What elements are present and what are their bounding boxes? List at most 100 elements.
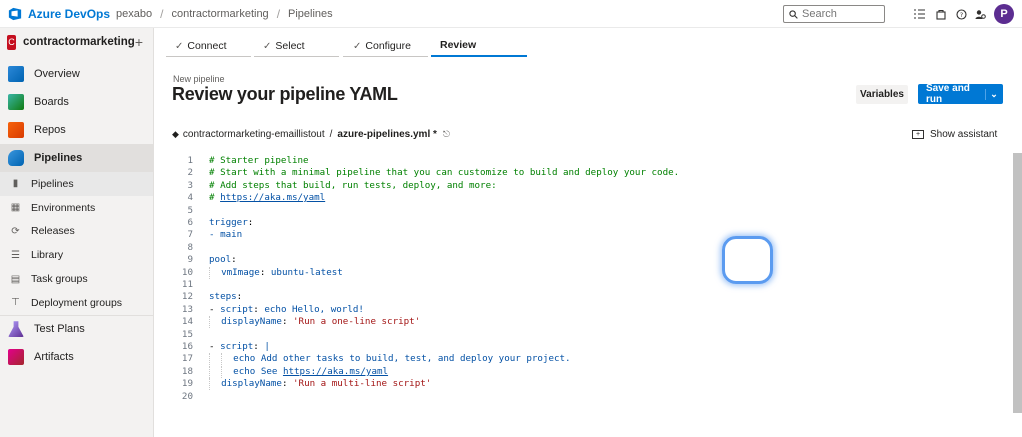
step-review[interactable]: Review	[440, 39, 476, 51]
show-assistant-label: Show assistant	[930, 129, 998, 140]
project-badge: C	[7, 34, 16, 50]
marketplace-bag-icon[interactable]	[934, 7, 948, 21]
search-input[interactable]	[802, 8, 882, 20]
sidebar-subitem-label: Environments	[31, 201, 96, 214]
sidebar-item-repos[interactable]: Repos	[0, 116, 153, 144]
checkmark-icon: ✓	[263, 41, 272, 52]
code-line[interactable]: 10 vmImage: ubuntu-latest	[166, 266, 343, 279]
sidebar-subitem-pipelines[interactable]: ▮ Pipelines	[0, 172, 153, 196]
code-line[interactable]: 15	[166, 329, 193, 341]
code-text: # Start with a minimal pipeline that you…	[209, 167, 680, 179]
code-text: - script: |	[209, 341, 270, 352]
step-connect[interactable]: ✓ Connect	[175, 40, 227, 52]
code-text: - main	[209, 229, 243, 241]
repo-name[interactable]: contractormarketing-emaillistout	[183, 129, 325, 140]
code-line[interactable]: 11	[166, 279, 193, 291]
rename-file-icon[interactable]: ⎋	[443, 129, 450, 140]
step-underline	[254, 56, 339, 57]
artifacts-icon	[8, 348, 24, 365]
code-text: # https://aka.ms/yaml	[209, 192, 326, 204]
code-line[interactable]: 17 echo Add other tasks to build, test, …	[166, 353, 571, 366]
code-line[interactable]: 8	[166, 242, 193, 254]
code-line[interactable]: 1 # Starter pipeline	[166, 155, 308, 167]
sidebar-item-artifacts[interactable]: Artifacts	[0, 343, 153, 371]
sidebar-item-overview[interactable]: Overview	[0, 60, 153, 88]
code-line[interactable]: 20	[166, 391, 193, 403]
sidebar-subitem-label: Library	[31, 249, 64, 262]
pipelines-link[interactable]: Pipelines	[288, 8, 333, 20]
sidebar-subitem-releases[interactable]: ⟳ Releases	[0, 220, 153, 244]
brand-link[interactable]: Azure DevOps	[28, 7, 110, 21]
code-line[interactable]: 2 # Start with a minimal pipeline that yo…	[166, 167, 679, 179]
page-subtitle: New pipeline	[173, 74, 225, 84]
sidebar-item-test-plans[interactable]: Test Plans	[0, 314, 153, 343]
assistant-panel-icon: +	[912, 130, 924, 139]
code-line[interactable]: 5	[166, 205, 193, 217]
line-number: 2	[187, 167, 193, 179]
code-text: - script: echo Hello, world!	[209, 303, 364, 315]
sidebar-subitem-library[interactable]: ☰ Library	[0, 243, 153, 267]
file-path-bar: ◆ contractormarketing-emaillistout / azu…	[172, 129, 450, 140]
line-number: 5	[187, 204, 193, 216]
code-line[interactable]: 6 trigger:	[166, 217, 253, 229]
sidebar-subitem-label: Deployment groups	[31, 296, 123, 309]
code-line[interactable]: 16 - script: |	[166, 341, 270, 353]
code-line[interactable]: 18 echo See https://aka.ms/yaml	[166, 365, 388, 378]
code-line[interactable]: 9 pool:	[166, 254, 236, 266]
code-line[interactable]: 12 steps:	[166, 291, 242, 303]
search-box[interactable]	[783, 5, 885, 23]
project-name[interactable]: contractormarketing	[23, 36, 135, 48]
step-underline	[343, 56, 428, 57]
code-line[interactable]: 4 # https://aka.ms/yaml	[166, 192, 325, 204]
azure-devops-logo-icon[interactable]	[8, 7, 22, 21]
org-link[interactable]: pexabo	[116, 8, 152, 20]
releases-icon: ⟳	[11, 225, 20, 237]
step-label: Configure	[365, 40, 411, 52]
step-label: Select	[275, 40, 305, 52]
help-icon[interactable]: ?	[954, 7, 968, 21]
save-and-run-button[interactable]: Save and run ⌄	[918, 83, 1003, 105]
sidebar-subitem-label: Pipelines	[31, 177, 74, 190]
chevron-down-icon[interactable]: ⌄	[985, 88, 1002, 100]
code-text: echo See https://aka.ms/yaml	[209, 365, 388, 378]
yaml-editor[interactable]: 1 # Starter pipeline 2 # Start with a minim…	[166, 153, 1013, 437]
repo-icon: ◆	[172, 129, 179, 139]
sidebar-item-boards[interactable]: Boards	[0, 88, 153, 116]
sidebar-item-pipelines[interactable]: Pipelines	[0, 144, 153, 172]
overview-icon	[8, 66, 24, 82]
line-number: 14	[181, 316, 193, 328]
variables-button[interactable]: Variables	[856, 85, 908, 104]
sidebar-subitem-task-groups[interactable]: ▤ Task groups	[0, 267, 153, 291]
user-avatar[interactable]: P	[994, 4, 1014, 24]
line-number: 8	[187, 241, 193, 253]
task-list-icon[interactable]	[912, 7, 926, 21]
code-line[interactable]: 3 # Add steps that build, run tests, depl…	[166, 180, 496, 192]
file-name[interactable]: azure-pipelines.yml *	[337, 129, 436, 140]
code-text: displayName: 'Run a one-line script'	[209, 316, 420, 329]
add-icon[interactable]: +	[135, 34, 143, 50]
project-header[interactable]: C contractormarketing +	[0, 28, 153, 56]
repos-icon	[8, 122, 24, 138]
editor-scrollbar[interactable]	[1013, 153, 1022, 413]
breadcrumb-separator: /	[276, 6, 281, 21]
sidebar-item-label: Artifacts	[34, 350, 74, 363]
code-text: steps:	[209, 291, 243, 303]
show-assistant-button[interactable]: + Show assistant	[912, 129, 997, 140]
save-and-run-label: Save and run	[926, 83, 970, 105]
code-line[interactable]: 7 - main	[166, 229, 242, 241]
code-line[interactable]: 13 - script: echo Hello, world!	[166, 304, 364, 316]
breadcrumb-separator: /	[160, 6, 164, 21]
code-text: # Starter pipeline	[209, 155, 309, 166]
checkmark-icon: ✓	[353, 41, 362, 52]
project-link[interactable]: contractormarketing	[171, 8, 268, 20]
code-line[interactable]: 19 displayName: 'Run a multi-line script…	[166, 378, 431, 391]
step-configure[interactable]: ✓ Configure	[353, 40, 411, 52]
user-settings-icon[interactable]	[973, 7, 987, 21]
path-separator: /	[329, 129, 333, 140]
step-select[interactable]: ✓ Select	[263, 40, 305, 52]
sidebar-subitem-environments[interactable]: ▦ Environments	[0, 196, 153, 220]
code-line[interactable]: 14 displayName: 'Run a one-line script'	[166, 316, 420, 329]
line-number: 11	[181, 279, 193, 290]
line-number: 17	[181, 353, 193, 365]
sidebar-subitem-deployment-groups[interactable]: ⊤ Deployment groups	[0, 291, 153, 315]
